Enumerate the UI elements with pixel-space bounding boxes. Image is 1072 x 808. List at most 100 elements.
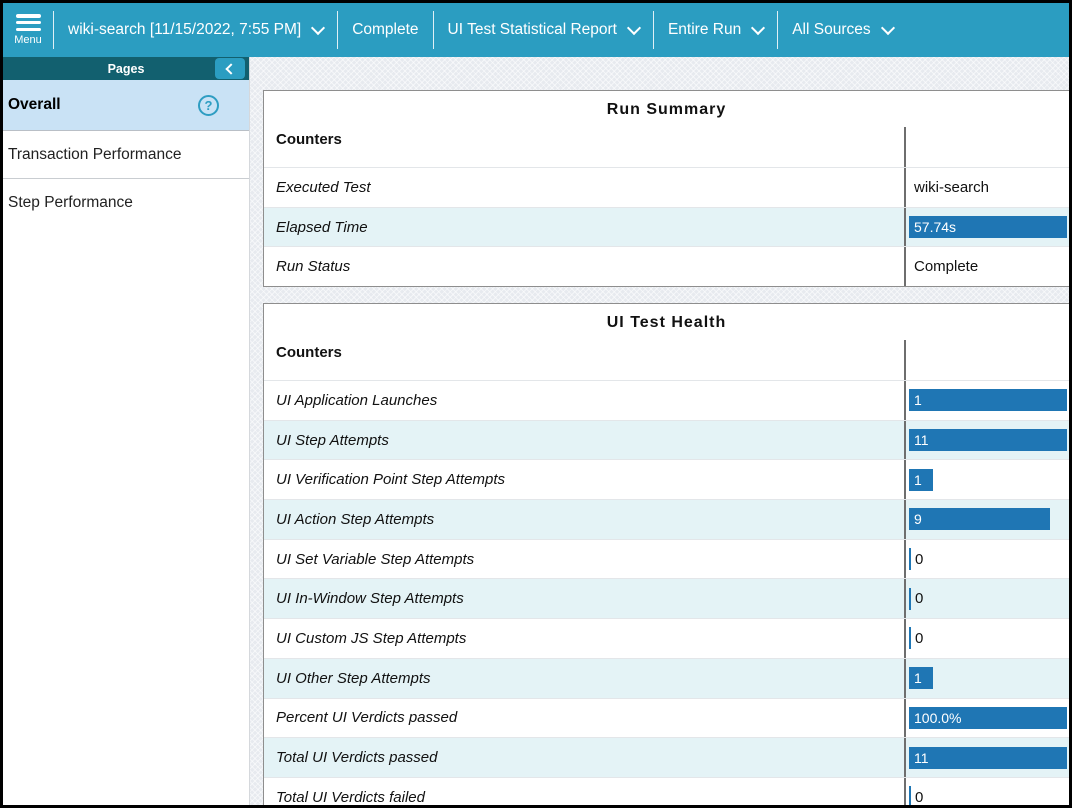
counter-bar-zero: [909, 786, 911, 805]
counter-label: Elapsed Time: [264, 208, 904, 247]
sidebar-item-label: Transaction Performance: [8, 146, 181, 164]
counter-bar: 1: [909, 469, 933, 491]
counter-value-cell: 0: [904, 778, 1069, 805]
report-type-label: UI Test Statistical Report: [448, 21, 617, 39]
counter-bar: 1: [909, 389, 1067, 411]
counter-label: Executed Test: [264, 168, 904, 207]
counter-row-ui-custom-js-step-attempts: UI Custom JS Step Attempts 0: [264, 618, 1069, 658]
counter-label: UI Other Step Attempts: [264, 659, 904, 698]
pages-header: Pages: [3, 57, 249, 80]
counter-value-cell: 0: [904, 619, 1069, 658]
counter-value-cell: 9: [904, 500, 1069, 539]
sidebar-item-label: Overall: [8, 96, 61, 114]
counter-row-total-ui-verdicts-passed: Total UI Verdicts passed11: [264, 737, 1069, 777]
counters-header-value-cell: [904, 340, 1069, 380]
counter-value-cell: 0: [904, 579, 1069, 618]
counter-value: 0: [915, 789, 923, 805]
counter-value: 0: [915, 551, 923, 568]
counter-label: Total UI Verdicts failed: [264, 778, 904, 805]
sidebar-items: Overall? Transaction Performance Step Perf…: [3, 80, 249, 226]
sources-label: All Sources: [792, 21, 870, 39]
counters-header-row: Counters: [264, 340, 1069, 380]
pages-title: Pages: [108, 62, 145, 76]
hamburger-icon: [16, 14, 41, 31]
counter-label: UI In-Window Step Attempts: [264, 579, 904, 618]
counter-row-total-ui-verdicts-failed: Total UI Verdicts failed 0: [264, 777, 1069, 805]
counter-value-cell: Complete: [904, 247, 1069, 286]
counter-value-cell: 11: [904, 738, 1069, 777]
counter-row-ui-step-attempts: UI Step Attempts11: [264, 420, 1069, 460]
counter-row-elapsed-time: Elapsed Time57.74s: [264, 207, 1069, 247]
report-type-dropdown[interactable]: UI Test Statistical Report: [434, 3, 653, 57]
counter-row-executed-test: Executed Test wiki-search: [264, 167, 1069, 207]
run-selector-label: wiki-search [11/15/2022, 7:55 PM]: [68, 21, 301, 39]
sidebar-item-label: Step Performance: [8, 194, 133, 212]
counter-row-ui-other-step-attempts: UI Other Step Attempts1: [264, 658, 1069, 698]
counter-value-cell: 1: [904, 659, 1069, 698]
counter-bar: 100.0%: [909, 707, 1067, 729]
counter-bar: 11: [909, 747, 1067, 769]
counter-value-cell: 57.74s: [904, 208, 1069, 247]
counters-header-value-cell: [904, 127, 1069, 167]
top-toolbar: Menu wiki-search [11/15/2022, 7:55 PM] C…: [3, 3, 1069, 57]
sidebar-item-step-performance[interactable]: Step Performance: [3, 179, 249, 226]
counter-label: UI Set Variable Step Attempts: [264, 540, 904, 579]
sidebar-item-transaction-performance[interactable]: Transaction Performance: [3, 131, 249, 179]
counter-label: UI Application Launches: [264, 381, 904, 420]
menu-label: Menu: [14, 34, 42, 46]
counter-row-ui-application-launches: UI Application Launches1: [264, 380, 1069, 420]
counter-row-ui-verification-point-step-attempts: UI Verification Point Step Attempts1: [264, 459, 1069, 499]
report-area: Run SummaryCountersExecuted Testwiki-sea…: [250, 57, 1069, 805]
counters-header-label: Counters: [264, 127, 904, 167]
counter-row-ui-action-step-attempts: UI Action Step Attempts9: [264, 499, 1069, 539]
run-selector-dropdown[interactable]: wiki-search [11/15/2022, 7:55 PM]: [54, 3, 337, 57]
counter-row-run-status: Run Status Complete: [264, 246, 1069, 286]
counter-label: UI Step Attempts: [264, 421, 904, 460]
counter-bar: 11: [909, 429, 1067, 451]
run-status-label: Complete: [338, 3, 432, 57]
scope-dropdown[interactable]: Entire Run: [654, 3, 777, 57]
chevron-down-icon: [311, 20, 325, 34]
counter-value: 0: [915, 590, 923, 607]
counter-label: UI Custom JS Step Attempts: [264, 619, 904, 658]
counter-label: Percent UI Verdicts passed: [264, 699, 904, 738]
counter-row-ui-in-window-step-attempts: UI In-Window Step Attempts 0: [264, 578, 1069, 618]
counter-value-cell: 0: [904, 540, 1069, 579]
sidebar-item-overall[interactable]: Overall?: [3, 80, 249, 131]
report-card-ui-test-health: UI Test HealthCountersUI Application Lau…: [263, 303, 1069, 805]
counter-row-percent-ui-verdicts-passed: Percent UI Verdicts passed100.0%: [264, 698, 1069, 738]
pages-sidebar: Pages Overall? Transaction Performance Ste…: [3, 57, 250, 805]
counter-value-cell: 100.0%: [904, 699, 1069, 738]
card-title: Run Summary: [264, 91, 1069, 127]
counter-label: UI Verification Point Step Attempts: [264, 460, 904, 499]
counter-value-cell: 11: [904, 421, 1069, 460]
chevron-down-icon: [881, 20, 895, 34]
counter-bar-zero: [909, 588, 911, 610]
help-icon[interactable]: ?: [198, 95, 219, 116]
counters-header-label: Counters: [264, 340, 904, 380]
counter-value: 0: [915, 630, 923, 647]
menu-button[interactable]: Menu: [3, 3, 53, 57]
sidebar-collapse-button[interactable]: [215, 58, 245, 79]
counter-label: Run Status: [264, 247, 904, 286]
app-window: Menu wiki-search [11/15/2022, 7:55 PM] C…: [0, 0, 1072, 808]
counter-value-cell: 1: [904, 460, 1069, 499]
sources-dropdown[interactable]: All Sources: [778, 3, 906, 57]
counter-label: Total UI Verdicts passed: [264, 738, 904, 777]
report-card-run-summary: Run SummaryCountersExecuted Test wiki-sea…: [263, 90, 1069, 287]
counters-header-row: Counters: [264, 127, 1069, 167]
counter-bar-zero: [909, 627, 911, 649]
scope-label: Entire Run: [668, 21, 741, 39]
chevron-down-icon: [751, 20, 765, 34]
counter-value-cell: wiki-search: [904, 168, 1069, 207]
counter-bar-zero: [909, 548, 911, 570]
counter-bar: 9: [909, 508, 1050, 530]
counter-value: Complete: [914, 258, 978, 275]
card-title: UI Test Health: [264, 304, 1069, 340]
chevron-left-icon: [225, 63, 236, 74]
counter-bar: 57.74s: [909, 216, 1067, 238]
counter-row-ui-set-variable-step-attempts: UI Set Variable Step Attempts 0: [264, 539, 1069, 579]
counter-bar: 1: [909, 667, 933, 689]
counter-value-cell: 1: [904, 381, 1069, 420]
counter-value: wiki-search: [914, 179, 989, 196]
